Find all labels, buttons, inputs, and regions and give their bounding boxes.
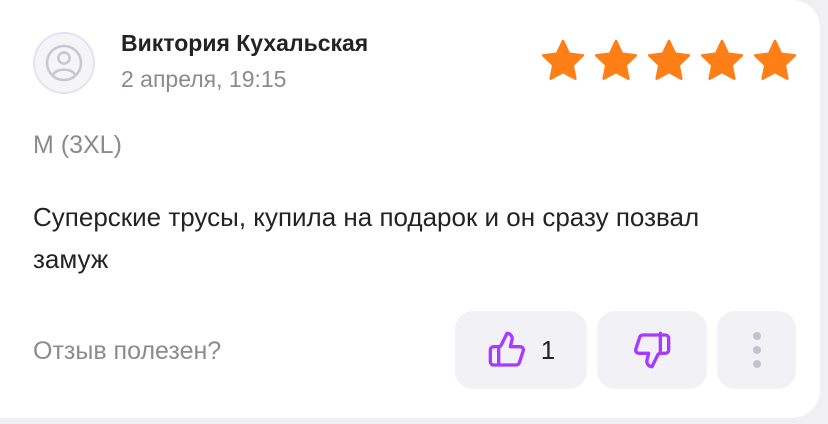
star-icon [753,39,797,80]
review-text: Суперские трусы, купила на подарок и он … [33,202,700,274]
like-count: 1 [540,334,556,365]
like-button[interactable]: 1 [455,311,587,389]
star-icon [541,39,585,80]
more-options-button[interactable] [717,311,796,389]
thumbs-down-icon [634,331,671,369]
rating-stars [540,38,798,84]
user-icon [45,44,83,82]
review-author: Виктория Кухальская [121,30,369,56]
star-icon [594,39,638,80]
more-vertical-icon [752,332,761,368]
star-icon [700,39,744,80]
dislike-button[interactable] [597,311,707,389]
helpful-question: Отзыв полезен? [33,337,222,365]
thumbs-up-icon [488,331,525,367]
product-size: M (3XL) [33,131,122,159]
review-card: Виктория Кухальская 2 апреля, 19:15 M (3… [0,0,820,418]
star-icon [647,39,691,80]
avatar [33,32,95,94]
review-date: 2 апреля, 19:15 [121,66,287,92]
